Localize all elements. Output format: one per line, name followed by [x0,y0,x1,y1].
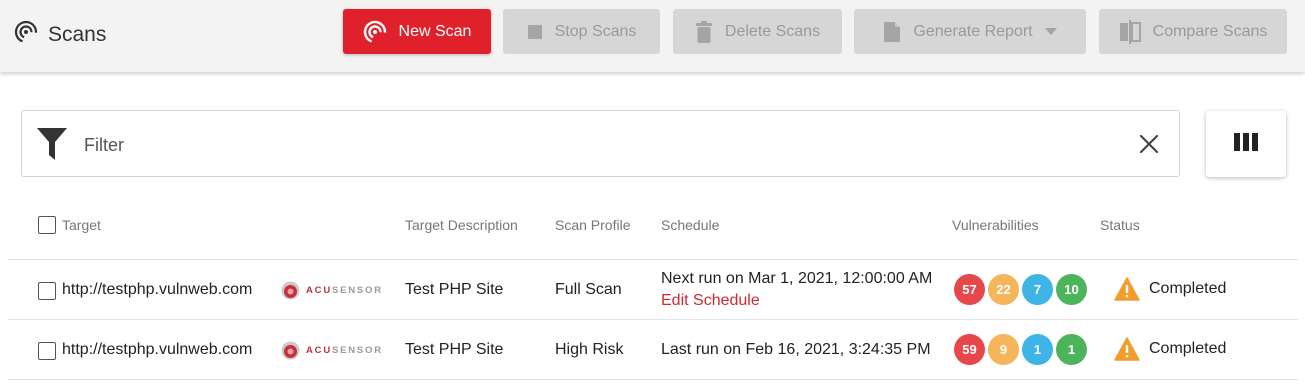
column-header-vulnerabilities[interactable]: Vulnerabilities [952,217,1039,233]
new-scan-label: New Scan [398,22,472,40]
scan-radar-icon [14,20,38,49]
stop-scans-label: Stop Scans [554,22,637,40]
column-header-target[interactable]: Target [62,217,101,233]
warning-icon [1114,277,1140,301]
vuln-high-badge[interactable]: 59 [954,334,985,365]
vuln-low-badge[interactable]: 7 [1022,274,1053,305]
generate-report-label: Generate Report [913,22,1033,40]
vuln-medium-badge[interactable]: 22 [988,274,1019,305]
acusensor-badge: ACUSENSOR [281,281,383,300]
target-description: Test PHP Site [405,341,504,358]
column-header-profile[interactable]: Scan Profile [555,217,630,233]
column-header-status[interactable]: Status [1100,217,1140,233]
vuln-info-badge[interactable]: 10 [1056,274,1087,305]
generate-report-button[interactable]: Generate Report [854,9,1086,54]
page-title: Scans [48,22,107,46]
schedule-text: Next run on Mar 1, 2021, 12:00:00 AM [661,270,933,287]
scan-status: Completed [1114,337,1226,361]
stop-scans-button[interactable]: Stop Scans [503,9,660,54]
target-url[interactable]: http://testphp.vulnweb.com [62,281,252,299]
warning-icon [1114,337,1140,361]
acusensor-label: SENSOR [331,345,383,356]
divider [8,259,1298,260]
column-header-description[interactable]: Target Description [405,217,518,233]
edit-schedule-link[interactable]: Edit Schedule [661,292,760,310]
target-description: Test PHP Site [405,281,504,298]
scan-status: Completed [1114,277,1226,301]
compare-scans-label: Compare Scans [1152,22,1268,40]
top-toolbar: Scans New Scan Stop Scans Delete Scans G… [0,0,1305,72]
vuln-low-badge[interactable]: 1 [1022,334,1053,365]
trash-icon [695,20,713,43]
compare-scans-button[interactable]: Compare Scans [1099,9,1287,54]
scan-profile: High Risk [555,341,624,358]
scan-radar-icon [363,20,387,44]
filter-icon[interactable] [37,128,67,165]
caret-down-icon [1044,28,1057,35]
acusensor-label: ACU [306,285,332,296]
divider [8,379,1298,380]
vuln-medium-badge[interactable]: 9 [988,334,1019,365]
document-icon [883,21,901,43]
compare-icon [1119,19,1141,44]
page-title-group: Scans [14,20,106,49]
stop-icon [527,24,543,40]
acusensor-logo-icon [281,281,300,300]
acusensor-badge: ACUSENSOR [281,341,383,360]
column-header-schedule[interactable]: Schedule [661,217,719,233]
status-text: Completed [1149,340,1227,357]
divider [8,319,1298,320]
vuln-high-badge[interactable]: 57 [954,274,985,305]
schedule-text: Last run on Feb 16, 2021, 3:24:35 PM [661,341,931,358]
close-icon[interactable] [1139,134,1159,158]
filter-input[interactable] [82,131,1106,159]
select-all-checkbox[interactable] [38,216,56,234]
vuln-info-badge[interactable]: 1 [1056,334,1087,365]
row-checkbox[interactable] [38,282,56,300]
vulnerability-counts: 57 22 7 10 [954,274,1090,305]
new-scan-button[interactable]: New Scan [343,9,491,54]
column-settings-button[interactable] [1206,111,1286,177]
acusensor-label: SENSOR [331,285,383,296]
status-text: Completed [1149,280,1227,297]
columns-icon [1234,132,1258,156]
delete-scans-button[interactable]: Delete Scans [673,9,842,54]
filter-bar [21,110,1180,177]
acusensor-logo-icon [281,341,300,360]
delete-scans-label: Delete Scans [724,22,821,40]
scan-profile: Full Scan [555,281,622,298]
row-checkbox[interactable] [38,342,56,360]
acusensor-label: ACU [306,345,332,356]
target-url[interactable]: http://testphp.vulnweb.com [62,341,252,359]
vulnerability-counts: 59 9 1 1 [954,334,1090,365]
